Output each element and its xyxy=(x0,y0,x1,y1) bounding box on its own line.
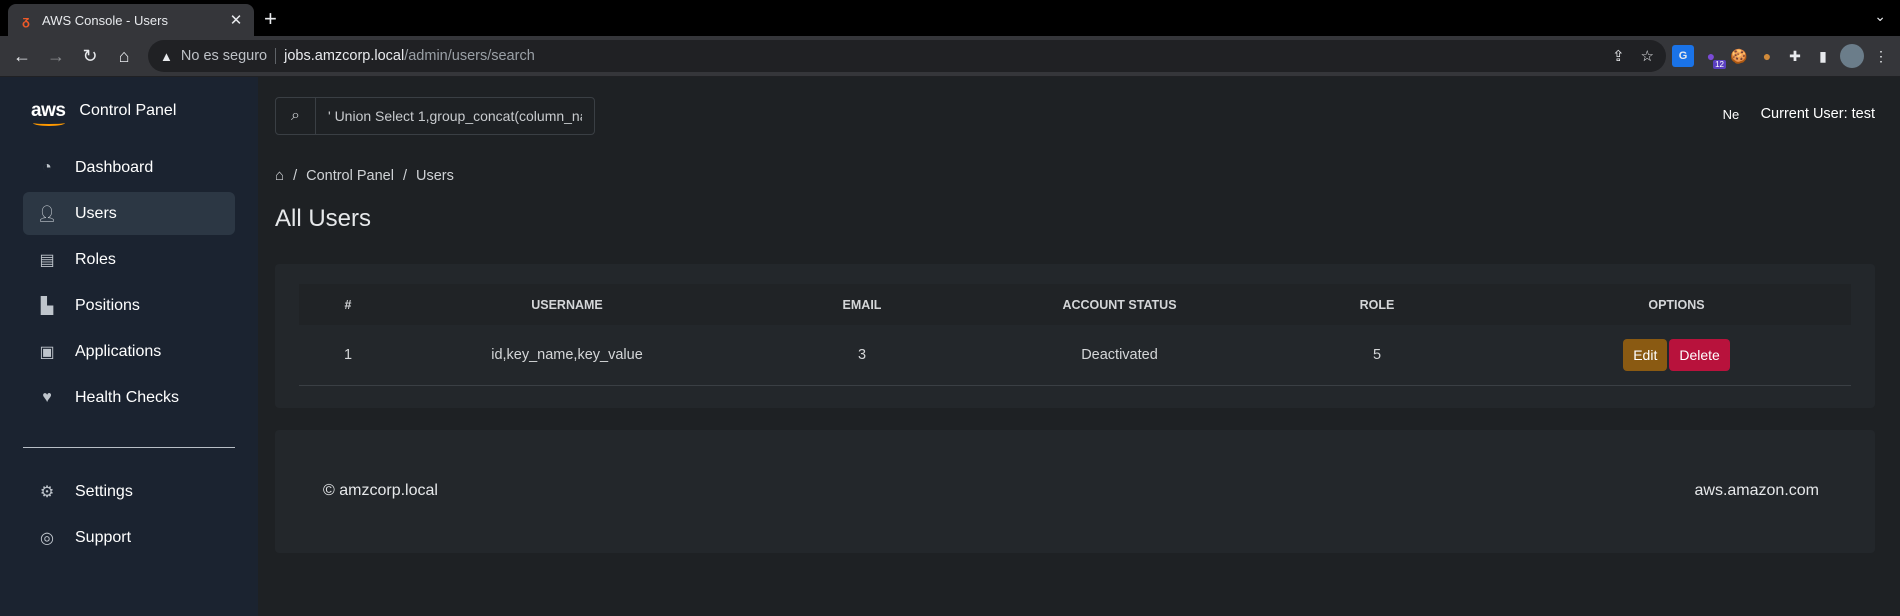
sidebar-item-positions[interactable]: ▙ Positions xyxy=(23,284,235,327)
id-card-icon: ▤ xyxy=(39,251,55,269)
extension-badge: 12 xyxy=(1713,60,1726,69)
users-table: # USERNAME EMAIL ACCOUNT STATUS ROLE OPT… xyxy=(299,284,1851,386)
search-box: ⌕ xyxy=(275,97,595,135)
sidebar-item-roles[interactable]: ▤ Roles xyxy=(23,238,235,281)
sidebar-divider xyxy=(23,447,235,448)
current-user-label: Current User: test xyxy=(1760,106,1875,122)
aws-logo: aws xyxy=(31,100,66,126)
file-icon: ▙ xyxy=(40,297,54,315)
column-header-role: ROLE xyxy=(1359,297,1395,312)
cell-role: 5 xyxy=(1252,325,1502,386)
bookmark-star-icon[interactable]: ☆ xyxy=(1641,47,1654,65)
top-bar: ⌕ Ne Current User: test xyxy=(275,97,1875,135)
sidebar-item-label: Health Checks xyxy=(75,388,180,406)
tab-title: AWS Console - Users xyxy=(42,12,168,28)
cell-account-status: Deactivated xyxy=(987,325,1252,386)
breadcrumb: ⌂ / Control Panel / Users xyxy=(275,167,1875,184)
cell-username: id,key_name,key_value xyxy=(397,325,737,386)
search-input[interactable] xyxy=(316,98,594,134)
table-row: 1 id,key_name,key_value 3 Deactivated 5 … xyxy=(299,325,1851,386)
cell-options: Edit Delete xyxy=(1502,325,1851,386)
cookie-extension-icon[interactable]: 🍪 xyxy=(1728,45,1750,67)
edit-button[interactable]: Edit xyxy=(1623,338,1668,371)
favicon-icon: ᵹ xyxy=(22,12,30,28)
breadcrumb-item-control-panel[interactable]: Control Panel xyxy=(306,168,394,184)
url-host[interactable]: jobs.amzcorp.local xyxy=(284,48,404,64)
url-path[interactable]: /admin/users/search xyxy=(404,48,535,64)
browser-tab-bar: ᵹ AWS Console - Users ✕ + ⌄ xyxy=(0,0,1900,36)
browser-menu-icon[interactable]: ⋮ xyxy=(1870,45,1892,67)
close-tab-icon[interactable]: ✕ xyxy=(228,11,244,29)
sidebar-item-applications[interactable]: ▣ Applications xyxy=(23,330,235,373)
search-icon[interactable]: ⌕ xyxy=(276,98,316,134)
main-content: ⌕ Ne Current User: test ⌂ / Control Pane… xyxy=(258,77,1900,616)
insecure-label[interactable]: No es seguro xyxy=(181,48,267,64)
archive-icon: ▣ xyxy=(39,343,55,361)
browser-tab[interactable]: ᵹ AWS Console - Users ✕ xyxy=(8,4,254,36)
sidebar-item-support[interactable]: ◎ Support xyxy=(23,516,235,559)
gear-icon: ⚙ xyxy=(39,483,55,501)
brand-text: Control Panel xyxy=(79,101,177,119)
heartbeat-icon: ♥ xyxy=(42,388,52,406)
forward-icon[interactable]: → xyxy=(42,42,70,70)
browser-toolbar: ← → ↻ ⌂ ▲ No es seguro jobs.amzcorp.loca… xyxy=(0,36,1900,77)
column-header-account-status: ACCOUNT STATUS xyxy=(1062,297,1177,312)
extensions-puzzle-icon[interactable]: ✚ xyxy=(1784,45,1806,67)
sidebar: aws Control Panel ◔ Dashboard 👤︎ Users ▤… xyxy=(0,77,258,616)
footer-copyright: © amzcorp.local xyxy=(323,482,438,499)
footer-link[interactable]: aws.amazon.com xyxy=(1695,482,1820,500)
reload-icon[interactable]: ↻ xyxy=(76,42,104,70)
sidebar-item-label: Settings xyxy=(75,482,133,500)
table-header-row: # USERNAME EMAIL ACCOUNT STATUS ROLE OPT… xyxy=(299,284,1851,325)
home-icon[interactable]: ⌂ xyxy=(110,42,138,70)
users-table-card: # USERNAME EMAIL ACCOUNT STATUS ROLE OPT… xyxy=(275,264,1875,408)
extension-icon[interactable]: ● 12 xyxy=(1700,45,1726,69)
sidebar-item-settings[interactable]: ⚙ Settings xyxy=(23,470,235,513)
current-user: Ne Current User: test xyxy=(1723,106,1875,122)
sidebar-item-label: Users xyxy=(75,204,117,222)
column-header-id: # xyxy=(344,297,352,312)
sidebar-item-label: Applications xyxy=(75,342,162,360)
breadcrumb-separator: / xyxy=(402,167,407,184)
cell-id: 1 xyxy=(299,325,397,386)
cookie-editor-extension-icon[interactable]: ● xyxy=(1756,45,1778,67)
home-icon[interactable]: ⌂ xyxy=(275,167,284,184)
new-tab-icon[interactable]: + xyxy=(264,6,277,32)
tab-search-chevron-icon[interactable]: ⌄ xyxy=(1874,8,1886,25)
sidebar-item-label: Dashboard xyxy=(75,158,154,176)
omnibox-separator xyxy=(275,48,277,64)
share-icon[interactable]: ⇪ xyxy=(1612,47,1625,65)
translate-extension-icon[interactable]: G xyxy=(1672,45,1694,67)
cell-email: 3 xyxy=(737,325,987,386)
breadcrumb-separator: / xyxy=(293,167,298,184)
profile-avatar[interactable] xyxy=(1840,44,1864,68)
sidebar-item-label: Roles xyxy=(75,250,116,268)
warning-icon[interactable]: ▲ xyxy=(160,49,173,64)
side-panel-icon[interactable]: ▮ xyxy=(1812,45,1834,67)
address-bar[interactable]: ▲ No es seguro jobs.amzcorp.local/admin/… xyxy=(148,40,1666,72)
sidebar-item-users[interactable]: 👤︎ Users xyxy=(23,192,235,235)
sidebar-item-label: Support xyxy=(75,528,132,546)
back-icon[interactable]: ← xyxy=(8,42,36,70)
column-header-email: EMAIL xyxy=(842,297,882,312)
lifebuoy-icon: ◎ xyxy=(40,529,54,547)
page-title: All Users xyxy=(275,205,372,232)
column-header-options: OPTIONS xyxy=(1648,297,1705,312)
sidebar-item-dashboard[interactable]: ◔ Dashboard xyxy=(23,146,235,189)
brand[interactable]: aws Control Panel xyxy=(23,100,235,126)
pie-chart-icon: ◔ xyxy=(42,158,52,176)
sidebar-item-health-checks[interactable]: ♥ Health Checks xyxy=(23,376,235,419)
footer: © amzcorp.local aws.amazon.com xyxy=(275,429,1875,553)
user-icon: 👤︎ xyxy=(37,205,58,223)
sidebar-item-label: Positions xyxy=(75,296,140,314)
breadcrumb-item-users: Users xyxy=(415,167,454,184)
delete-button[interactable]: Delete xyxy=(1669,338,1730,371)
user-avatar-broken-image[interactable]: Ne xyxy=(1723,107,1755,122)
app-container: aws Control Panel ◔ Dashboard 👤︎ Users ▤… xyxy=(0,77,1900,616)
column-header-username: USERNAME xyxy=(531,297,603,312)
